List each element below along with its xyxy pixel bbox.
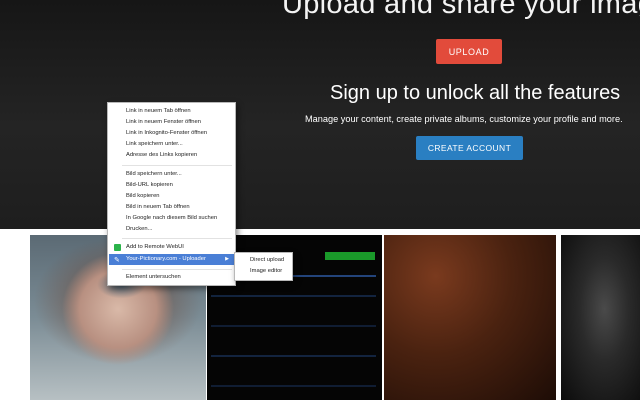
menu-separator [122,238,232,239]
upload-button[interactable]: UPLOAD [436,39,502,64]
submenu-arrow-icon: ▶ [225,256,229,262]
menu-item-open-link-incognito[interactable]: Link in Inkognito-Fenster öffnen [109,128,234,139]
menu-item-save-image[interactable]: Bild speichern unter... [109,169,234,180]
menu-item-add-remote-webui[interactable]: Add to Remote WebUI [109,242,234,253]
remote-webui-icon [114,244,121,251]
image-gallery [0,229,640,400]
menu-item-print[interactable]: Drucken... [109,224,234,235]
create-account-button[interactable]: CREATE ACCOUNT [416,136,523,160]
menu-item-search-google-image[interactable]: In Google nach diesem Bild suchen [109,213,234,224]
menu-item-label: Your-Pictionary.com - Uploader [126,256,206,262]
terminal-line [211,295,376,297]
menu-item-open-link-new-tab[interactable]: Link in neuem Tab öffnen [109,106,234,117]
menu-separator [122,165,232,166]
terminal-progress-bar [325,252,375,260]
menu-item-open-link-new-window[interactable]: Link in neuem Fenster öffnen [109,117,234,128]
submenu-item-direct-upload[interactable]: Direct upload [236,255,291,266]
menu-item-copy-link-address[interactable]: Adresse des Links kopieren [109,150,234,161]
menu-item-pictionary-uploader[interactable]: ✎ Your-Pictionary.com - Uploader ▶ [109,254,234,265]
menu-item-save-link[interactable]: Link speichern unter... [109,139,234,150]
thumbnail-spider-man[interactable] [561,235,640,400]
terminal-line [211,325,376,327]
context-menu: Link in neuem Tab öffnen Link in neuem F… [107,102,236,286]
signup-description: Manage your content, create private albu… [305,114,623,124]
hero-title: Upload and share your image [282,0,640,20]
hero-section: Upload and share your image UPLOAD Sign … [0,0,640,229]
menu-item-copy-image[interactable]: Bild kopieren [109,191,234,202]
menu-item-label: Add to Remote WebUI [126,244,184,250]
terminal-line [211,385,376,387]
menu-item-inspect-element[interactable]: Element untersuchen [109,272,234,283]
menu-separator [122,269,232,270]
submenu-item-image-editor[interactable]: Image editor [236,266,291,277]
menu-item-open-image-new-tab[interactable]: Bild in neuem Tab öffnen [109,202,234,213]
pictionary-icon: ✎ [114,257,120,264]
uploader-submenu: Direct upload Image editor [234,252,293,281]
terminal-line [211,355,376,357]
menu-item-copy-image-url[interactable]: Bild-URL kopieren [109,180,234,191]
thumbnail-dark-texture[interactable] [384,235,556,400]
signup-heading: Sign up to unlock all the features [330,82,621,104]
